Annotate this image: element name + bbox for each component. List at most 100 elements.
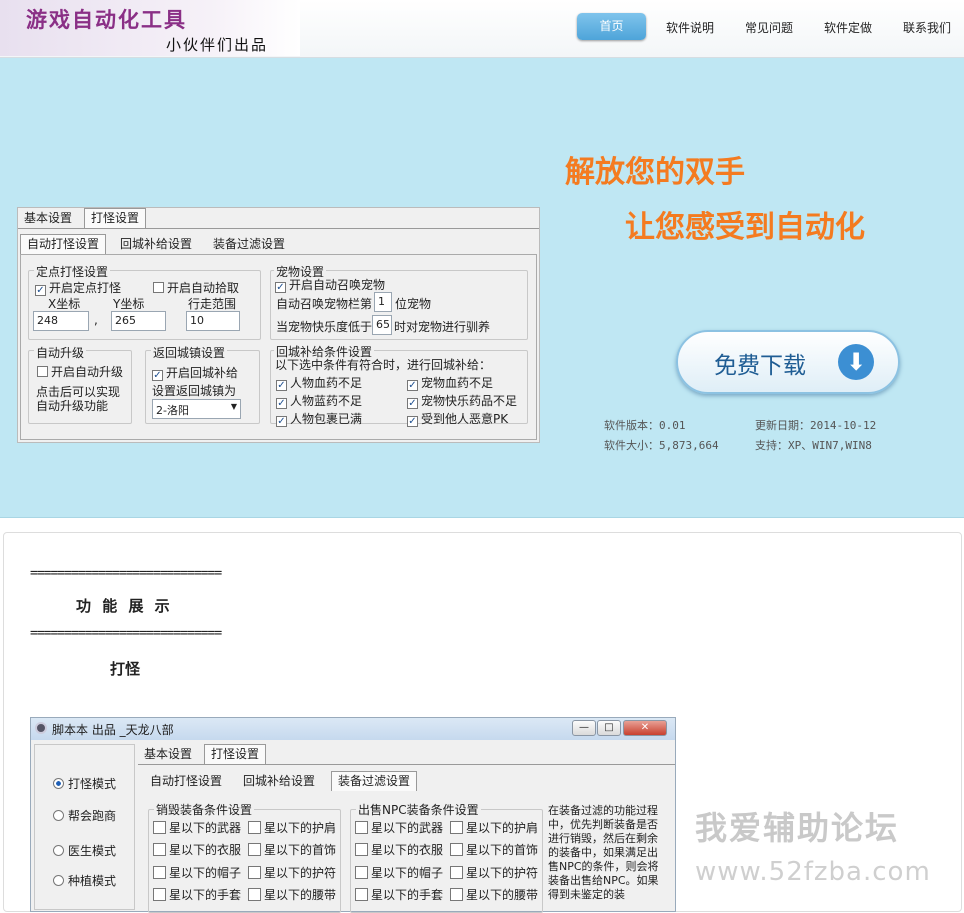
minimize-button[interactable]: — [572, 720, 596, 736]
city-select[interactable]: 2-洛阳 ▼ [152, 399, 241, 419]
pet-slot-prefix: 自动召唤宠物栏第 [276, 297, 373, 311]
destroy-belt[interactable]: 星以下的腰带 [248, 886, 336, 903]
x-label: X坐标 [48, 297, 81, 311]
nav-contact[interactable]: 联系我们 [903, 19, 951, 36]
sell-jewelry[interactable]: 星以下的首饰 [450, 841, 538, 858]
sell-belt[interactable]: 星以下的腰带 [450, 886, 538, 903]
tab2-town-supply[interactable]: 回城补给设置 [237, 772, 322, 792]
filter-note: 在装备过滤的功能过程中，优先判断装备是否进行销毁，然后在剩余的装备中，如果满足出… [548, 804, 659, 901]
auto-upgrade-label: 开启自动升级 [51, 365, 124, 379]
sell-weapon[interactable]: 星以下的武器 [355, 819, 443, 836]
range-label: 行走范围 [188, 297, 237, 311]
divider-top: ============================ [30, 566, 222, 581]
section-heading: 功 能 展 示 [76, 597, 173, 615]
chevron-down-icon: ▼ [230, 402, 237, 411]
tab2-basic[interactable]: 基本设置 [138, 745, 199, 765]
sell-group-title: 出售NPC装备条件设置 [356, 801, 481, 818]
pet-hp-checkbox[interactable]: ✓ 宠物血药不足 [407, 374, 493, 391]
sell-jewelry-label: 星以下的首饰 [466, 843, 539, 857]
y-label: Y坐标 [113, 297, 145, 311]
fixed-fight-checkbox[interactable]: ✓ 开启定点打怪 [35, 279, 121, 296]
maximize-button[interactable]: □ [597, 720, 621, 736]
destroy-belt-label: 星以下的腰带 [264, 888, 337, 902]
sell-amulet-label: 星以下的护符 [466, 866, 539, 880]
nav-home[interactable]: 首页 [577, 13, 646, 40]
mode-fight-radio[interactable]: 打怪模式 [53, 775, 116, 792]
sell-weapon-label: 星以下的武器 [371, 821, 444, 835]
pet-happy-input[interactable]: 65 [372, 315, 392, 335]
mode-doctor-radio[interactable]: 医生模式 [53, 842, 116, 859]
download-button[interactable]: 免费下载 ⬇ [676, 330, 900, 394]
destroy-jewelry[interactable]: 星以下的首饰 [248, 841, 336, 858]
player-hp-label: 人物血药不足 [290, 376, 363, 390]
nav-faq[interactable]: 常见问题 [745, 19, 793, 36]
destroy-cloth[interactable]: 星以下的衣服 [153, 841, 241, 858]
sell-shoulder[interactable]: 星以下的护肩 [450, 819, 538, 836]
destroy-shoulder[interactable]: 星以下的护肩 [248, 819, 336, 836]
download-label: 免费下载 [714, 353, 806, 379]
mode-guild-radio[interactable]: 帮会跑商 [53, 807, 116, 824]
town-set-label: 设置返回城镇为 [152, 384, 237, 398]
tab2-equip-filter[interactable]: 装备过滤设置 [331, 771, 418, 791]
settings-screenshot-2: 脚本本 出品 _天龙八部 — □ ✕ 打怪模式 帮会跑商 医生模式 种植模式 基… [30, 717, 676, 913]
tab-auto-fight[interactable]: 自动打怪设置 [20, 234, 107, 254]
tab-equip-filter[interactable]: 装备过滤设置 [207, 235, 292, 255]
close-button[interactable]: ✕ [623, 720, 667, 736]
pet-happy-suffix: 时对宠物进行驯养 [394, 320, 491, 334]
mode-doctor-label: 医生模式 [68, 844, 117, 858]
tab2-auto-fight[interactable]: 自动打怪设置 [144, 772, 229, 792]
nav-software-info[interactable]: 软件说明 [666, 19, 714, 36]
sell-cloth[interactable]: 星以下的衣服 [355, 841, 443, 858]
player-mp-checkbox[interactable]: ✓ 人物蓝药不足 [276, 392, 362, 409]
logo-title: 游戏自动化工具 [26, 7, 187, 32]
sell-hat-label: 星以下的帽子 [371, 866, 444, 880]
sell-cloth-label: 星以下的衣服 [371, 843, 444, 857]
auto-pickup-checkbox[interactable]: 开启自动拾取 [153, 279, 239, 296]
destroy-hat[interactable]: 星以下的帽子 [153, 864, 241, 881]
sell-amulet[interactable]: 星以下的护符 [450, 864, 538, 881]
pk-attacked-label: 受到他人恶意PK [421, 412, 509, 426]
bag-full-checkbox[interactable]: ✓ 人物包裹已满 [276, 410, 362, 427]
destroy-shoulder-label: 星以下的护肩 [264, 821, 337, 835]
destroy-jewelry-label: 星以下的首饰 [264, 843, 337, 857]
upgrade-desc-2: 自动升级功能 [36, 399, 109, 413]
sell-hat[interactable]: 星以下的帽子 [355, 864, 443, 881]
app-icon [35, 722, 47, 734]
comma: , [94, 313, 98, 327]
support-text: 支持：XP、WIN7,WIN8 [755, 439, 872, 452]
tab-monster[interactable]: 打怪设置 [84, 208, 147, 228]
tab-basic[interactable]: 基本设置 [18, 209, 79, 229]
pk-attacked-checkbox[interactable]: ✓ 受到他人恶意PK [407, 410, 508, 427]
destroy-hat-label: 星以下的帽子 [169, 866, 242, 880]
sell-gloves[interactable]: 星以下的手套 [355, 886, 443, 903]
range-input[interactable]: 10 [186, 311, 240, 331]
nav-custom[interactable]: 软件定做 [824, 19, 872, 36]
section-subheading: 打怪 [110, 660, 141, 678]
destroy-weapon[interactable]: 星以下的武器 [153, 819, 241, 836]
pet-slot-input[interactable]: 1 [374, 292, 392, 312]
destroy-amulet[interactable]: 星以下的护符 [248, 864, 336, 881]
return-town-label: 开启回城补给 [166, 366, 239, 380]
destroy-gloves[interactable]: 星以下的手套 [153, 886, 241, 903]
auto-upgrade-checkbox[interactable]: 开启自动升级 [37, 363, 123, 380]
mode-fight-label: 打怪模式 [68, 777, 117, 791]
watermark-title: 我爱辅助论坛 [695, 809, 900, 847]
y-input[interactable]: 265 [111, 311, 166, 331]
hero-slogan-2: 让您感受到自动化 [625, 210, 865, 245]
mode-plant-label: 种植模式 [68, 874, 117, 888]
fixed-fight-label: 开启定点打怪 [49, 281, 122, 295]
window-title: 脚本本 出品 _天龙八部 [52, 723, 174, 737]
summon-pet-checkbox[interactable]: ✓ 开启自动召唤宠物 [275, 276, 385, 293]
divider-bottom: ============================ [30, 626, 222, 641]
destroy-gloves-label: 星以下的手套 [169, 888, 242, 902]
tab-divider [18, 228, 539, 229]
pet-happy-item-label: 宠物快乐药品不足 [421, 394, 518, 408]
town-group-title: 返回城镇设置 [151, 344, 228, 361]
player-hp-checkbox[interactable]: ✓ 人物血药不足 [276, 374, 362, 391]
tab-town-supply[interactable]: 回城补给设置 [114, 235, 199, 255]
mode-plant-radio[interactable]: 种植模式 [53, 872, 116, 889]
x-input[interactable]: 248 [33, 311, 89, 331]
pet-happy-item-checkbox[interactable]: ✓ 宠物快乐药品不足 [407, 392, 517, 409]
tab2-monster[interactable]: 打怪设置 [204, 744, 267, 764]
return-town-checkbox[interactable]: ✓ 开启回城补给 [152, 364, 238, 381]
